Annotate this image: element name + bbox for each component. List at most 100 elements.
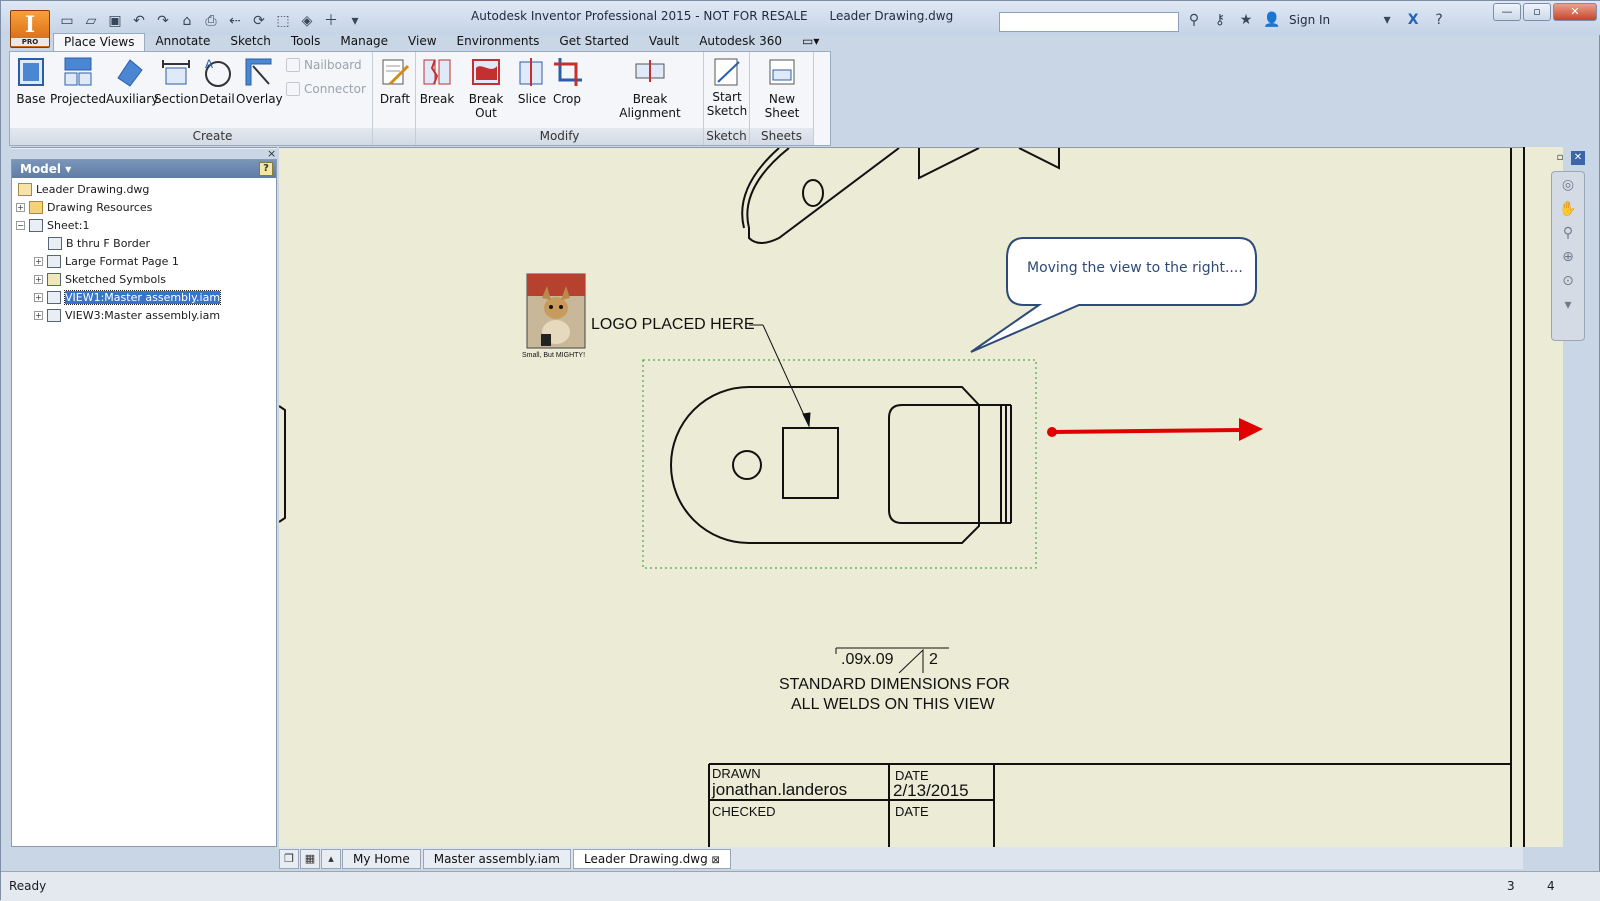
collapse-icon[interactable]: − (16, 220, 25, 230)
print-icon[interactable]: ⎙ (201, 11, 221, 31)
expand-icon[interactable]: + (34, 310, 43, 320)
tree-item-drawing-resources[interactable]: + Drawing Resources (16, 198, 152, 216)
add-icon[interactable]: ＋ (321, 11, 341, 31)
cascade-windows-icon[interactable]: ❐ (279, 849, 299, 869)
zoom-icon[interactable]: ⚲ (1559, 224, 1577, 242)
tab-my-home[interactable]: My Home (342, 849, 421, 869)
projected-button[interactable]: Projected (50, 56, 106, 106)
new-icon[interactable]: ▭ (57, 11, 77, 31)
zoom-window-icon[interactable]: ⊙ (1559, 272, 1577, 290)
return-icon[interactable]: ⇠ (225, 11, 245, 31)
zoom-all-icon[interactable]: ⊕ (1559, 248, 1577, 266)
start-sketch-button[interactable]: Start Sketch (706, 56, 748, 118)
leader-line[interactable] (749, 324, 811, 428)
weld-count[interactable]: 2 (929, 651, 938, 669)
tree-item-drawing[interactable]: Leader Drawing.dwg (18, 180, 149, 198)
tree-item-border[interactable]: B thru F Border (48, 234, 150, 252)
tab-sketch[interactable]: Sketch (220, 33, 280, 51)
favorites-star-icon[interactable]: ★ (1237, 11, 1255, 29)
expand-icon[interactable]: + (16, 202, 25, 212)
expand-icon[interactable]: + (34, 256, 43, 266)
weld-note-line-2[interactable]: ALL WELDS ON THIS VIEW (791, 696, 995, 714)
weld-note-line-1[interactable]: STANDARD DIMENSIONS FOR (779, 676, 1010, 694)
main-part-view[interactable] (670, 386, 1012, 544)
tree-item-view1[interactable]: + VIEW1:Master assembly.iam (34, 288, 222, 306)
tree-item-sketched-symbols[interactable]: + Sketched Symbols (34, 270, 166, 288)
customize-icon[interactable]: ▾ (345, 11, 365, 31)
drawing-canvas[interactable]: Small, But MIGHTY! LOGO PLACED HERE .09x… (279, 147, 1523, 847)
browser-grip[interactable] (11, 147, 277, 157)
nailboard-button[interactable]: Nailboard (286, 58, 362, 72)
tree-item-title-block[interactable]: + Large Format Page 1 (34, 252, 179, 270)
pan-icon[interactable]: ✋ (1559, 200, 1577, 218)
expand-icon[interactable]: + (34, 292, 43, 302)
close-button[interactable]: ✕ (1553, 3, 1597, 21)
title-block-drawn-by[interactable]: jonathan.landeros (712, 780, 847, 800)
tab-annotate[interactable]: Annotate (145, 33, 220, 51)
home-icon[interactable]: ⌂ (177, 11, 197, 31)
steering-wheel-icon[interactable]: ◎ (1559, 176, 1577, 194)
undo-icon[interactable]: ↶ (129, 11, 149, 31)
select-icon[interactable]: ⬚ (273, 11, 293, 31)
draft-button[interactable]: Draft (377, 56, 413, 106)
communication-icon[interactable]: ⚷ (1211, 11, 1229, 29)
base-button[interactable]: Base (14, 56, 48, 106)
dog-logo-image[interactable] (526, 273, 586, 349)
save-icon[interactable]: ▣ (105, 11, 125, 31)
tab-place-views[interactable]: Place Views (53, 33, 146, 51)
tab-view[interactable]: View (398, 33, 446, 51)
navbar-options-icon[interactable]: ▾ (1559, 296, 1577, 314)
tab-environments[interactable]: Environments (447, 33, 550, 51)
partial-view-top[interactable] (741, 148, 1060, 244)
tab-get-started[interactable]: Get Started (549, 33, 639, 51)
help-search-input[interactable] (999, 12, 1179, 32)
weld-value[interactable]: .09x.09 (841, 651, 893, 669)
application-menu-button[interactable]: I PRO (10, 10, 50, 48)
leader-text[interactable]: LOGO PLACED HERE (591, 316, 755, 334)
new-sheet-button[interactable]: New Sheet (752, 56, 812, 120)
tab-tools[interactable]: Tools (281, 33, 331, 51)
tile-windows-icon[interactable]: ▦ (300, 849, 320, 869)
tab-vault[interactable]: Vault (639, 33, 689, 51)
tab-manage[interactable]: Manage (330, 33, 398, 51)
sign-in-link[interactable]: Sign In (1289, 13, 1330, 27)
detail-button[interactable]: A Detail (198, 56, 236, 106)
connector-button[interactable]: Connector (286, 82, 366, 96)
browser-help-button[interactable]: ? (259, 162, 273, 176)
partial-view-left[interactable] (279, 405, 286, 523)
open-icon[interactable]: ▱ (81, 11, 101, 31)
tab-master-assembly[interactable]: Master assembly.iam (422, 849, 571, 869)
slice-button[interactable]: Slice (516, 56, 548, 106)
break-alignment-button[interactable]: Break Alignment (602, 56, 698, 120)
search-icon[interactable]: ⚲ (1185, 11, 1203, 29)
canvas-close-icon[interactable]: ✕ (1571, 151, 1585, 165)
break-out-button[interactable]: Break Out (458, 56, 514, 120)
tab-autodesk-360[interactable]: Autodesk 360 (689, 33, 792, 51)
exchange-icon[interactable]: X (1404, 11, 1422, 29)
auxiliary-button[interactable]: Auxiliary (106, 56, 158, 106)
document-tabs: ❐ ▦ ▴ My Home Master assembly.iam Leader… (279, 847, 1523, 869)
tab-leader-drawing[interactable]: Leader Drawing.dwg ⊠ (572, 849, 731, 869)
expand-icon[interactable]: + (34, 274, 43, 284)
browser-header[interactable]: Model ▾ ? (12, 160, 276, 178)
selected-view-frame[interactable] (642, 359, 1037, 569)
sign-in-dropdown-icon[interactable]: ▾ (1378, 11, 1396, 29)
tree-item-sheet[interactable]: − Sheet:1 (16, 216, 90, 234)
update-icon[interactable]: ⟳ (249, 11, 269, 31)
redo-icon[interactable]: ↷ (153, 11, 173, 31)
crop-button[interactable]: Crop (550, 56, 584, 106)
maximize-button[interactable]: ▫ (1523, 3, 1551, 21)
tab-close-icon[interactable]: ⊠ (712, 855, 720, 866)
help-icon[interactable]: ? (1430, 11, 1448, 29)
material-icon[interactable]: ◈ (297, 11, 317, 31)
title-block-date-value[interactable]: 2/13/2015 (893, 781, 969, 801)
ribbon-options-icon[interactable]: ▭▾ (792, 33, 829, 51)
tab-list-icon[interactable]: ▴ (321, 849, 341, 869)
overlay-button[interactable]: Overlay (236, 56, 283, 106)
section-button[interactable]: Section (154, 56, 199, 106)
minimize-button[interactable]: — (1493, 3, 1521, 21)
canvas-restore-icon[interactable]: ▫ (1553, 151, 1567, 165)
chevron-down-icon[interactable]: ▾ (65, 162, 71, 176)
tree-item-view3[interactable]: + VIEW3:Master assembly.iam (34, 306, 220, 324)
break-button[interactable]: Break (418, 56, 456, 106)
